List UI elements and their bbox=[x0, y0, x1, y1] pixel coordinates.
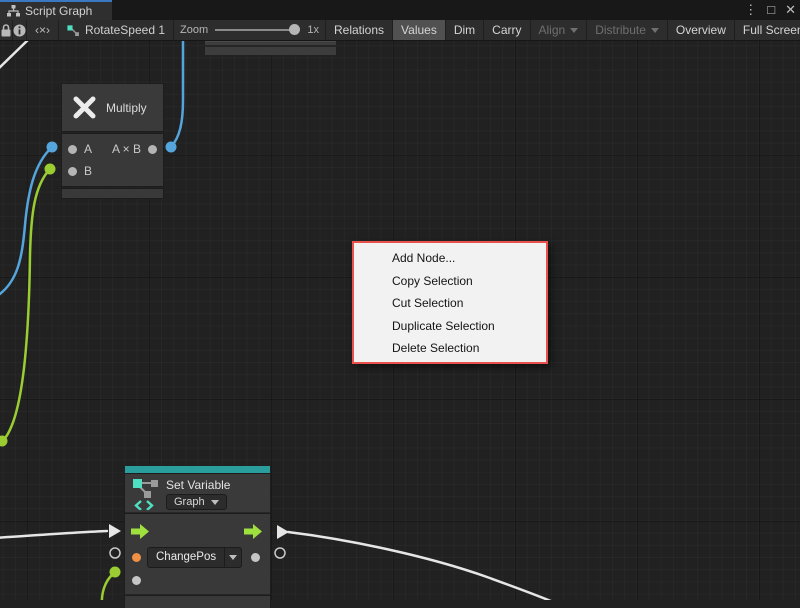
toolbar-button-dim[interactable]: Dim bbox=[446, 20, 484, 40]
title-bar: Script Graph ⋮ □ ✕ bbox=[0, 0, 800, 20]
button-label: Align bbox=[539, 23, 566, 37]
value-input-row bbox=[125, 570, 270, 590]
variable-dropdown-button[interactable] bbox=[224, 548, 241, 567]
menu-item-copy-selection[interactable]: Copy Selection bbox=[354, 270, 546, 293]
multiply-port-row-b: B bbox=[62, 160, 163, 182]
flow-port-row bbox=[125, 520, 270, 544]
multiply-node-body: A A × B B bbox=[62, 134, 163, 186]
chevron-down-icon bbox=[651, 28, 659, 33]
set-variable-color-bar bbox=[125, 466, 270, 474]
graph-toolbar: ‹×› RotateSpeed 1 Zoom 1x Relations Valu… bbox=[0, 20, 800, 41]
menu-item-duplicate-selection[interactable]: Duplicate Selection bbox=[354, 315, 546, 338]
button-label: Full Screen bbox=[743, 23, 800, 37]
chevron-down-icon bbox=[229, 555, 237, 560]
toolbar-button-relations[interactable]: Relations bbox=[326, 20, 393, 40]
breadcrumb-label: RotateSpeed 1 bbox=[85, 23, 165, 37]
breadcrumb[interactable]: RotateSpeed 1 bbox=[59, 20, 174, 40]
toolbar-button-full-screen[interactable]: Full Screen bbox=[735, 20, 800, 40]
menu-item-add-node[interactable]: Add Node... bbox=[354, 247, 546, 270]
white-flow-wire-in[interactable] bbox=[0, 531, 107, 538]
window-maximize-icon[interactable]: □ bbox=[767, 0, 775, 20]
toolbar-button-distribute[interactable]: Distribute bbox=[587, 20, 668, 40]
chevron-down-icon bbox=[211, 500, 219, 505]
info-icon bbox=[13, 24, 26, 37]
flow-input-arrow-icon[interactable] bbox=[131, 524, 149, 539]
flow-output-arrow-icon[interactable] bbox=[244, 524, 262, 539]
white-wire-topleft[interactable] bbox=[0, 37, 31, 73]
blue-wire-endpoint-a[interactable] bbox=[47, 142, 58, 153]
lock-button[interactable] bbox=[0, 20, 13, 40]
set-variable-header[interactable]: Set Variable Graph bbox=[125, 474, 270, 512]
window-close-icon[interactable]: ✕ bbox=[785, 0, 796, 20]
set-variable-footer bbox=[125, 596, 270, 608]
blue-wire-left[interactable] bbox=[0, 147, 52, 298]
button-label: Dim bbox=[454, 23, 475, 37]
toolbar-button-carry[interactable]: Carry bbox=[484, 20, 530, 40]
blue-wire-endpoint-out[interactable] bbox=[166, 142, 177, 153]
set-variable-body: ChangePos bbox=[125, 514, 270, 594]
green-wire-bottom[interactable] bbox=[102, 574, 113, 600]
button-label: Carry bbox=[492, 23, 521, 37]
unconnected-port-ring-right[interactable] bbox=[275, 548, 285, 558]
zoom-label: Zoom bbox=[180, 24, 208, 36]
variable-input-port[interactable] bbox=[132, 553, 141, 562]
flow-arrowhead-in[interactable] bbox=[109, 524, 121, 538]
button-label: Relations bbox=[334, 23, 384, 37]
variable-name-dropdown[interactable]: ChangePos bbox=[147, 547, 242, 568]
code-view-icon: ‹×› bbox=[35, 23, 50, 37]
multiply-x-icon bbox=[71, 94, 98, 121]
menu-item-cut-selection[interactable]: Cut Selection bbox=[354, 292, 546, 315]
value-output-port[interactable] bbox=[251, 553, 260, 562]
variable-value-row: ChangePos bbox=[125, 544, 270, 570]
graph-icon bbox=[7, 5, 20, 17]
white-flow-wire-out[interactable] bbox=[288, 532, 560, 600]
toolbar-button-align[interactable]: Align bbox=[531, 20, 588, 40]
input-port-b[interactable] bbox=[68, 167, 77, 176]
set-variable-title: Set Variable bbox=[166, 478, 230, 492]
toolbar-button-overview[interactable]: Overview bbox=[668, 20, 735, 40]
output-port[interactable] bbox=[148, 145, 157, 154]
window-menu-icon[interactable]: ⋮ bbox=[744, 0, 757, 20]
context-menu: Add Node... Copy Selection Cut Selection… bbox=[352, 241, 548, 364]
multiply-node-footer bbox=[62, 189, 163, 198]
set-variable-node[interactable]: Set Variable Graph ChangePos bbox=[125, 466, 270, 608]
multiply-node-title: Multiply bbox=[106, 101, 147, 115]
chevron-down-icon bbox=[570, 28, 578, 33]
zoom-control: Zoom 1x bbox=[174, 20, 326, 40]
green-wire-endpoint-setvar[interactable] bbox=[110, 567, 121, 578]
port-label-out: A × B bbox=[112, 142, 141, 156]
graph-node-icon bbox=[67, 24, 79, 37]
port-label-a: A bbox=[84, 142, 92, 156]
green-wire-endpoint-b[interactable] bbox=[45, 164, 56, 175]
variable-scope-dropdown[interactable]: Graph bbox=[166, 494, 227, 510]
port-label-b: B bbox=[84, 164, 92, 178]
tab-label: Script Graph bbox=[25, 4, 92, 18]
unconnected-port-ring-left[interactable] bbox=[110, 548, 120, 558]
set-variable-icon bbox=[132, 478, 160, 510]
blue-wire-top[interactable] bbox=[171, 38, 183, 147]
toolbar-button-values[interactable]: Values bbox=[393, 20, 446, 40]
zoom-slider-handle[interactable] bbox=[289, 24, 300, 35]
zoom-value: 1x bbox=[307, 24, 319, 36]
variable-name-label: ChangePos bbox=[148, 548, 224, 567]
multiply-node[interactable]: Multiply A A × B B bbox=[62, 84, 163, 198]
menu-item-delete-selection[interactable]: Delete Selection bbox=[354, 337, 546, 360]
multiply-port-row-a: A A × B bbox=[62, 138, 163, 160]
input-port-a[interactable] bbox=[68, 145, 77, 154]
flow-arrowhead-out[interactable] bbox=[277, 525, 289, 539]
button-label: Distribute bbox=[595, 23, 646, 37]
zoom-slider[interactable] bbox=[215, 29, 298, 31]
lock-icon bbox=[0, 24, 12, 37]
button-label: Values bbox=[401, 23, 437, 37]
code-view-button[interactable]: ‹×› bbox=[27, 20, 59, 40]
tab-script-graph[interactable]: Script Graph bbox=[0, 0, 112, 20]
button-label: Overview bbox=[676, 23, 726, 37]
variable-scope-label: Graph bbox=[174, 496, 205, 508]
value-input-port[interactable] bbox=[132, 576, 141, 585]
info-button[interactable] bbox=[13, 20, 27, 40]
multiply-node-header[interactable]: Multiply bbox=[62, 84, 163, 131]
